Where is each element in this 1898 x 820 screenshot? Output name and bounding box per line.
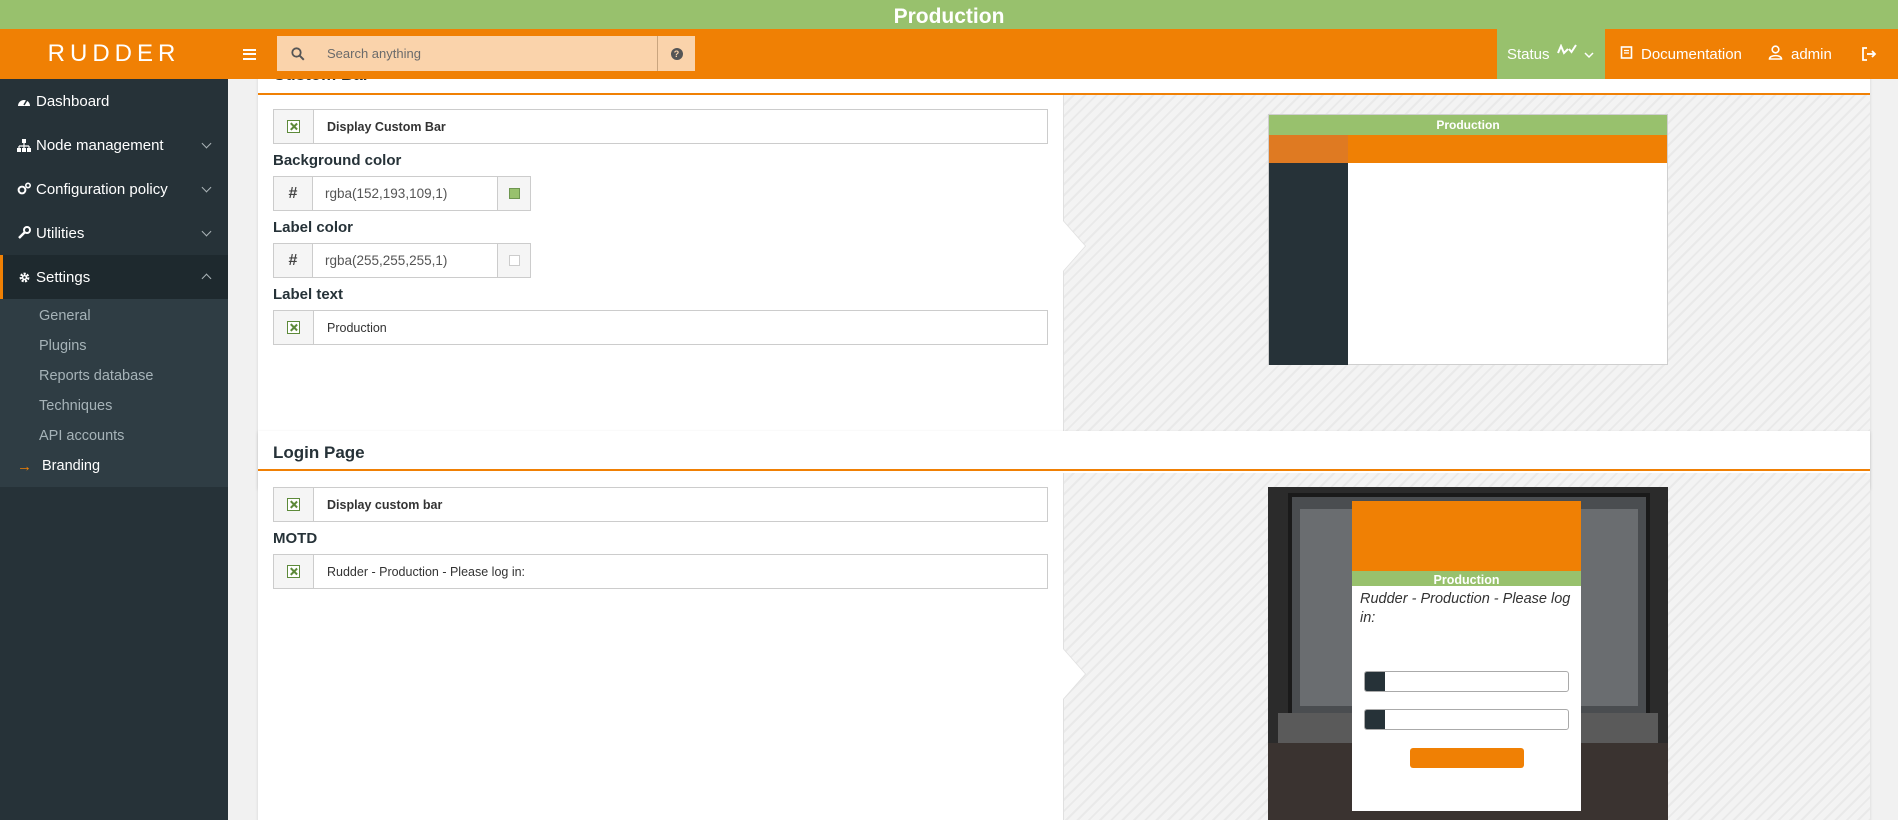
hash-icon: #: [274, 244, 313, 277]
user-icon: [1768, 44, 1783, 64]
label-text-field[interactable]: Production: [273, 310, 1048, 345]
dashboard-icon: [17, 94, 31, 108]
sidebar-subitem-label: Branding: [42, 458, 101, 474]
sidebar-item-label: Settings: [36, 268, 91, 286]
login-preview-box: Production Rudder - Production - Please …: [1352, 501, 1581, 811]
user-name: admin: [1791, 45, 1832, 63]
status-label: Status: [1507, 45, 1550, 63]
sidebar-item-dashboard[interactable]: Dashboard: [0, 79, 228, 123]
settings-submenu: General Plugins Reports database Techniq…: [0, 299, 228, 487]
chevron-up-icon: [201, 273, 212, 284]
background-color-value[interactable]: rgba(152,193,109,1): [313, 177, 497, 210]
sidebar-item-label: Configuration policy: [36, 180, 168, 198]
search-box: ?: [277, 36, 695, 71]
checkbox-icon: [287, 565, 300, 578]
motd-value[interactable]: Rudder - Production - Please log in:: [314, 555, 1047, 588]
sidebar-subitem-reports-database[interactable]: Reports database: [0, 361, 228, 391]
hash-icon: #: [274, 177, 313, 210]
search-icon: [277, 36, 319, 71]
rudder-logo[interactable]: RUDDER: [0, 29, 228, 79]
color-swatch: [508, 255, 520, 266]
user-menu[interactable]: admin: [1768, 29, 1832, 79]
chevron-down-icon: [1584, 46, 1594, 63]
label-color-field[interactable]: # rgba(255,255,255,1): [273, 243, 531, 278]
label-text-label: Label text: [273, 286, 344, 303]
gear-icon: [17, 270, 31, 284]
preview-header: [1269, 135, 1667, 163]
background-color-field[interactable]: # rgba(152,193,109,1): [273, 176, 531, 211]
book-icon: [1620, 45, 1633, 63]
color-swatch: [508, 188, 520, 199]
panel-title: Login Page: [258, 431, 1870, 471]
logout-icon[interactable]: [1858, 29, 1880, 79]
login-preview-button: [1409, 748, 1524, 768]
status-dropdown[interactable]: Status: [1497, 29, 1605, 79]
sidebar-item-configuration-policy[interactable]: Configuration policy: [0, 167, 228, 211]
menu-toggle-icon[interactable]: [232, 29, 266, 79]
sidebar-subitem-plugins[interactable]: Plugins: [0, 331, 228, 361]
custom-bar-form: Display Custom Bar Background color # rg…: [258, 97, 1063, 345]
label-text-value[interactable]: Production: [314, 311, 1047, 344]
heartbeat-check-icon: [1556, 43, 1578, 64]
custom-bar-label: Production: [893, 5, 1005, 28]
sidebar-subitem-branding[interactable]: → Branding: [0, 451, 228, 481]
top-header: RUDDER ? Status Documentation admin: [0, 29, 1898, 79]
preview-bar-label: Production: [1269, 115, 1667, 135]
sidebar-item-label: Dashboard: [36, 92, 110, 110]
login-preview-header: [1352, 501, 1581, 571]
chevron-down-icon: [201, 182, 212, 193]
login-preview-username: [1364, 671, 1569, 692]
documentation-label: Documentation: [1641, 45, 1742, 63]
sidebar-item-label: Node management: [36, 136, 164, 154]
documentation-link[interactable]: Documentation: [1620, 29, 1742, 79]
sidebar-item-utilities[interactable]: Utilities: [0, 211, 228, 255]
arrow-right-icon: →: [17, 457, 32, 475]
checkbox-icon: [287, 120, 300, 133]
chevron-down-icon: [201, 226, 212, 237]
motd-field[interactable]: Rudder - Production - Please log in:: [273, 554, 1048, 589]
label-color-label: Label color: [273, 219, 354, 236]
cogs-icon: [17, 182, 31, 196]
custom-bar: Production: [0, 0, 1898, 29]
search-input[interactable]: [319, 36, 657, 71]
login-page-form: Display custom bar MOTD Rudder - Product…: [258, 473, 1063, 589]
sidebar-subitem-api-accounts[interactable]: API accounts: [0, 421, 228, 451]
color-picker-button[interactable]: [497, 244, 530, 277]
checkbox-icon: [287, 321, 300, 334]
checkbox-icon: [287, 498, 300, 511]
motd-label: MOTD: [273, 530, 318, 547]
sidebar-subitem-techniques[interactable]: Techniques: [0, 391, 228, 421]
color-picker-button[interactable]: [497, 177, 530, 210]
search-help-icon[interactable]: ?: [657, 36, 695, 71]
chevron-down-icon: [201, 138, 212, 149]
display-login-bar-label: Display custom bar: [327, 497, 443, 512]
display-login-bar-checkbox[interactable]: Display custom bar: [273, 487, 1048, 522]
panel-title: Custom Bar: [258, 79, 1870, 95]
custom-bar-preview: Production: [1268, 114, 1668, 365]
wrench-icon: [17, 226, 31, 240]
sidebar-subitem-general[interactable]: General: [0, 301, 228, 331]
display-custom-bar-checkbox[interactable]: Display Custom Bar: [273, 109, 1048, 144]
sidebar-item-settings[interactable]: Settings: [0, 255, 228, 299]
sidebar-item-node-management[interactable]: Node management: [0, 123, 228, 167]
label-color-value[interactable]: rgba(255,255,255,1): [313, 244, 497, 277]
display-custom-bar-label: Display Custom Bar: [327, 119, 446, 134]
sitemap-icon: [17, 138, 31, 152]
background-color-label: Background color: [273, 152, 402, 169]
login-preview-password: [1364, 709, 1569, 730]
preview-sidebar: [1269, 163, 1348, 365]
login-preview-bar: Production: [1352, 571, 1581, 587]
login-preview-motd: Rudder - Production - Please log in:: [1360, 591, 1571, 626]
sidebar-item-label: Utilities: [36, 224, 85, 242]
sidebar: Dashboard Node management Configuration …: [0, 79, 228, 820]
